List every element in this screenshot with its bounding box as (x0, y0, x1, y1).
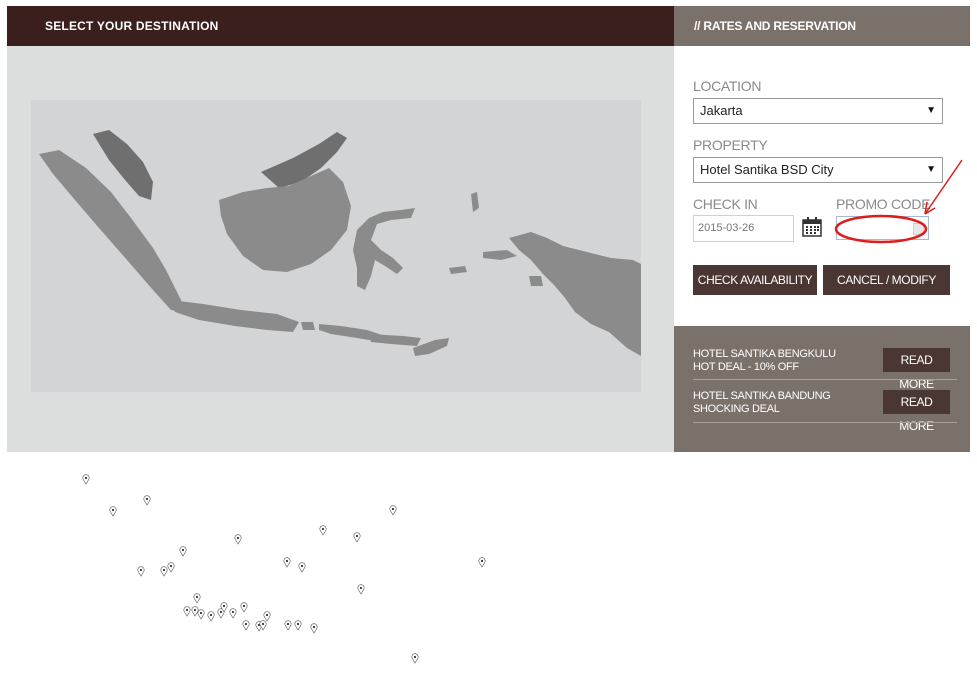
hotel-pin-icon[interactable] (310, 623, 318, 634)
annotation-overlay (834, 159, 963, 244)
hotel-pin-icon[interactable] (167, 562, 175, 573)
island-maluku-1 (471, 192, 479, 212)
property-label: PROPERTY (693, 137, 768, 153)
location-value: Jakarta (700, 103, 743, 118)
island-java (171, 300, 299, 332)
deal-divider (693, 422, 957, 423)
hotel-pin-icon[interactable] (191, 606, 199, 617)
hotel-pin-icon[interactable] (353, 532, 361, 543)
check-availability-button[interactable]: CHECK AVAILABILITY (693, 265, 817, 295)
hotel-pin-icon[interactable] (263, 611, 271, 622)
highlight-circle (834, 214, 928, 244)
hotel-pin-icon[interactable] (179, 546, 187, 557)
island-papua (509, 232, 641, 356)
destination-panel: SELECT YOUR DESTINATION (7, 6, 674, 664)
read-more-button[interactable]: READ MORE (883, 390, 950, 433)
reservation-header: // RATES AND RESERVATION (674, 6, 970, 46)
island-sumatra (39, 150, 183, 312)
hotel-pin-icon[interactable] (357, 584, 365, 595)
hotel-pin-icon[interactable] (240, 602, 248, 613)
hotel-pin-icon[interactable] (389, 505, 397, 516)
hotel-pin-icon[interactable] (478, 557, 486, 568)
island-maluku-3 (449, 266, 467, 274)
hotel-pin-icon[interactable] (294, 620, 302, 631)
reservation-widget: SELECT YOUR DESTINATION // RATES AND RES… (7, 6, 970, 664)
hotel-pin-icon[interactable] (160, 566, 168, 577)
location-label: LOCATION (693, 78, 762, 94)
hotel-pin-icon[interactable] (183, 606, 191, 617)
cancel-modify-button[interactable]: CANCEL / MODIFY (823, 265, 950, 295)
island-sulawesi (353, 208, 415, 290)
hotel-pin-icon[interactable] (284, 620, 292, 631)
hotel-pin-icon[interactable] (197, 609, 205, 620)
hotel-pin-icon[interactable] (109, 506, 117, 517)
hotel-pin-icon[interactable] (229, 608, 237, 619)
hotel-pin-icon[interactable] (411, 653, 419, 664)
read-more-button[interactable]: READ MORE (883, 348, 950, 391)
deal-title: HOTEL SANTIKA BANDUNG (693, 390, 831, 402)
map-svg (39, 130, 641, 356)
island-maluku-4 (529, 276, 543, 286)
hotel-pin-icon[interactable] (319, 525, 327, 536)
hotel-pin-icon[interactable] (298, 562, 306, 573)
deal-divider (693, 379, 957, 380)
hotel-pin-icon[interactable] (193, 593, 201, 604)
deal-title: HOTEL SANTIKA BENGKULU (693, 348, 836, 360)
hotel-pin-icon[interactable] (137, 566, 145, 577)
hotel-pin-icon[interactable] (283, 557, 291, 568)
island-flores (369, 334, 421, 346)
checkin-label: CHECK IN (693, 196, 758, 212)
property-value: Hotel Santika BSD City (700, 162, 834, 177)
checkin-date-field[interactable]: 2015-03-26 (693, 215, 794, 242)
destination-header: SELECT YOUR DESTINATION (7, 6, 674, 46)
indonesia-map (31, 100, 641, 664)
hotel-pin-icon[interactable] (143, 495, 151, 506)
annotation-arrow (924, 159, 963, 215)
deal-subtitle: SHOCKING DEAL (693, 403, 780, 415)
calendar-icon[interactable] (802, 217, 822, 237)
island-bali (301, 322, 315, 330)
hotel-pin-icon[interactable] (242, 620, 250, 631)
hotel-pin-icon[interactable] (82, 474, 90, 485)
island-maluku-2 (483, 250, 517, 260)
hotel-pin-icon[interactable] (234, 534, 242, 545)
dropdown-arrow-icon: ▼ (926, 105, 936, 116)
map-markers (82, 474, 486, 664)
location-select[interactable]: Jakarta ▼ (693, 98, 943, 124)
hotel-pin-icon[interactable] (207, 611, 215, 622)
deal-subtitle: HOT DEAL - 10% OFF (693, 361, 799, 373)
